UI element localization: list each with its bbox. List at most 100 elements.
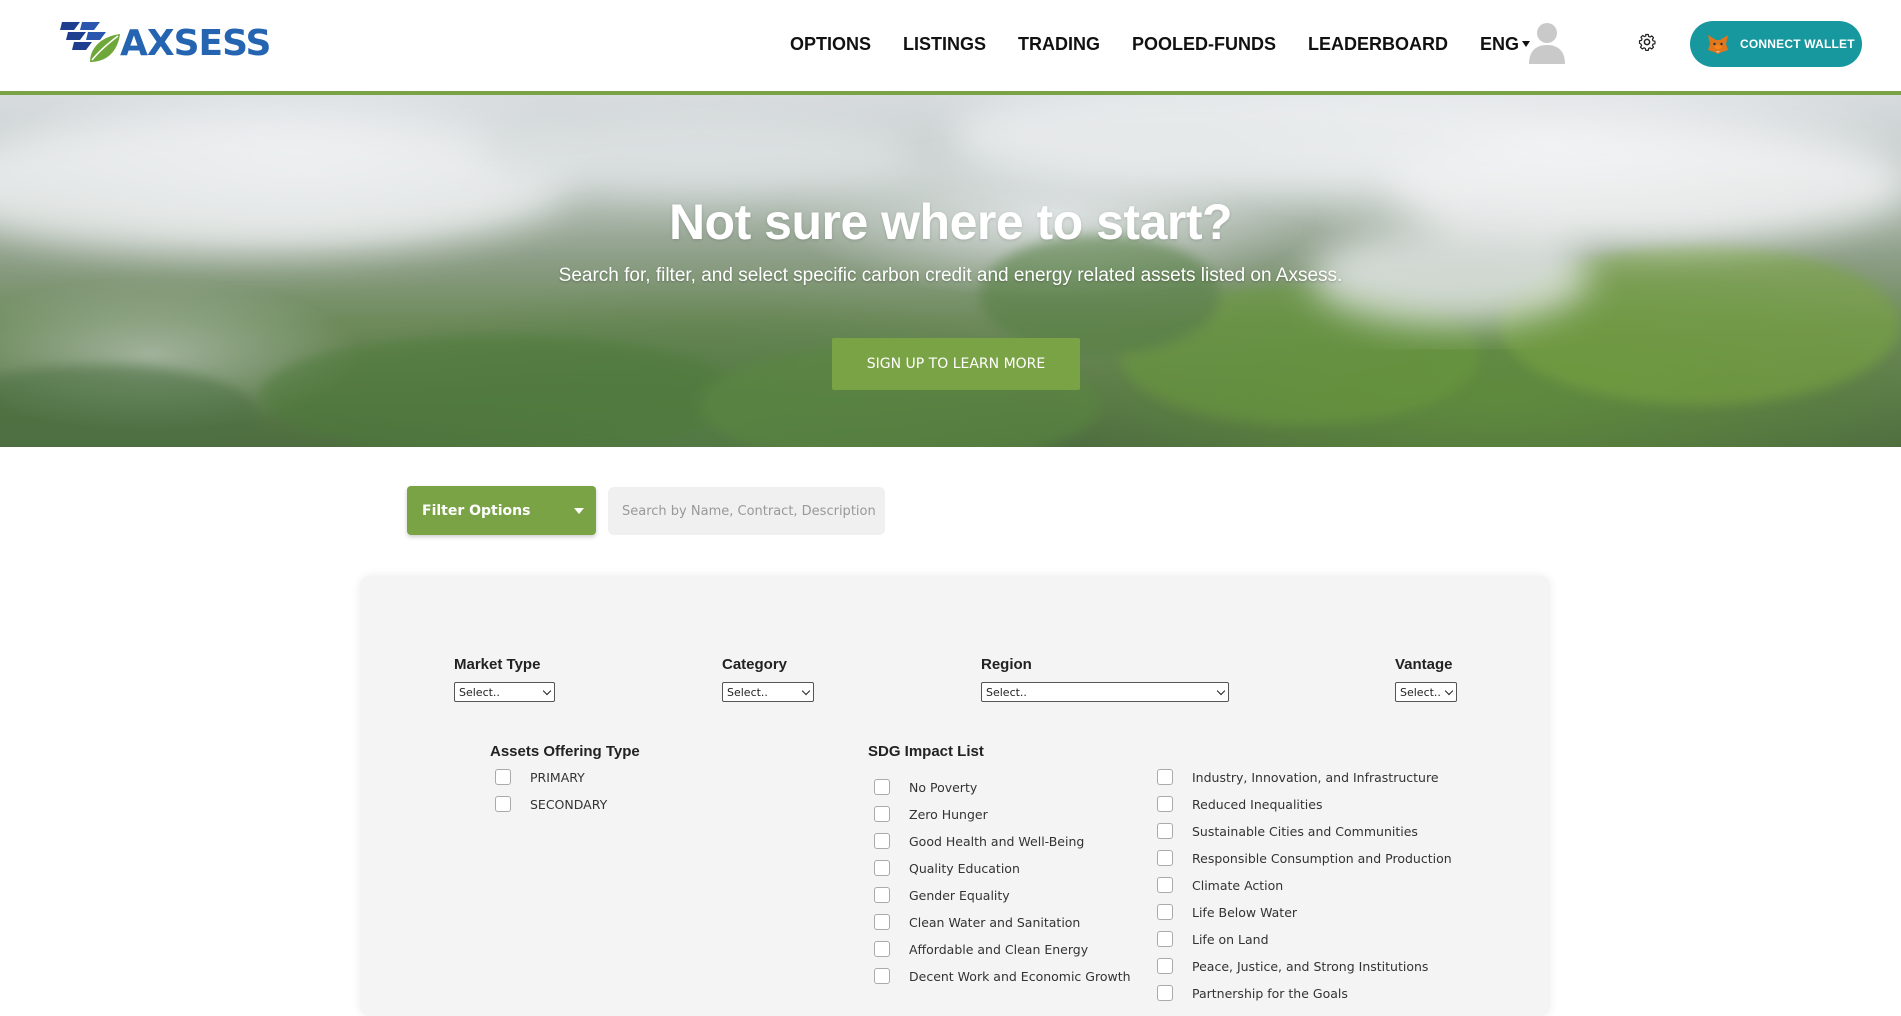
top-header: AXSESS OPTIONS LISTINGS TRADING POOLED-F…	[0, 0, 1901, 95]
vantage-label: Vantage	[1395, 656, 1453, 673]
checkbox[interactable]	[495, 796, 511, 812]
metamask-fox-icon	[1708, 35, 1728, 54]
assets-offering-label: Assets Offering Type	[490, 743, 640, 760]
checkbox[interactable]	[1157, 985, 1173, 1001]
checkbox[interactable]	[1157, 877, 1173, 893]
market-type-select[interactable]: Select..	[454, 682, 555, 702]
region-label: Region	[981, 656, 1032, 673]
checkbox-label: Reduced Inequalities	[1192, 796, 1323, 812]
nav-leaderboard[interactable]: LEADERBOARD	[1308, 34, 1448, 55]
connect-wallet-label: CONNECT WALLET	[1740, 37, 1855, 51]
hero-banner: Not sure where to start? Search for, fil…	[0, 95, 1901, 447]
checkbox-label: Industry, Innovation, and Infrastructure	[1192, 769, 1439, 785]
sdg-climate-action[interactable]: Climate Action	[1157, 877, 1283, 893]
market-type-value: Select..	[459, 685, 500, 699]
sdg-zero-hunger[interactable]: Zero Hunger	[874, 806, 988, 822]
filter-options-label: Filter Options	[422, 502, 531, 519]
checkbox[interactable]	[874, 968, 890, 984]
region-select[interactable]: Select..	[981, 682, 1229, 702]
checkbox[interactable]	[874, 941, 890, 957]
logo-text: AXSESS	[120, 22, 271, 64]
checkbox-label: Sustainable Cities and Communities	[1192, 823, 1418, 839]
nav-listings[interactable]: LISTINGS	[903, 34, 986, 55]
filter-panel: Market Type Select.. Category Select.. R…	[360, 576, 1550, 1016]
sdg-clean-energy[interactable]: Affordable and Clean Energy	[874, 941, 1088, 957]
sdg-life-on-land[interactable]: Life on Land	[1157, 931, 1269, 947]
axsess-logo[interactable]: AXSESS	[60, 18, 271, 68]
checkbox-primary[interactable]: PRIMARY	[495, 769, 585, 785]
chevron-down-icon	[801, 686, 811, 696]
search-input[interactable]	[608, 487, 885, 535]
sdg-partnership[interactable]: Partnership for the Goals	[1157, 985, 1348, 1001]
checkbox-label: Good Health and Well-Being	[909, 833, 1085, 849]
checkbox-label: Responsible Consumption and Production	[1192, 850, 1452, 866]
checkbox[interactable]	[1157, 796, 1173, 812]
hero-subtitle: Search for, filter, and select specific …	[558, 265, 1343, 286]
checkbox[interactable]	[1157, 823, 1173, 839]
sdg-clean-water[interactable]: Clean Water and Sanitation	[874, 914, 1080, 930]
sdg-decent-work[interactable]: Decent Work and Economic Growth	[874, 968, 1131, 984]
filter-options-button[interactable]: Filter Options	[407, 486, 596, 535]
checkbox-label: Climate Action	[1192, 877, 1284, 893]
chevron-down-icon	[1444, 686, 1454, 696]
checkbox[interactable]	[874, 833, 890, 849]
checkbox[interactable]	[1157, 904, 1173, 920]
sdg-good-health[interactable]: Good Health and Well-Being	[874, 833, 1084, 849]
language-label: ENG	[1480, 33, 1520, 54]
nav-options[interactable]: OPTIONS	[790, 34, 871, 55]
checkbox-label: Peace, Justice, and Strong Institutions	[1192, 958, 1429, 974]
region-value: Select..	[986, 685, 1027, 699]
checkbox[interactable]	[874, 887, 890, 903]
main-nav: OPTIONS LISTINGS TRADING POOLED-FUNDS LE…	[790, 0, 1562, 88]
sdg-reduced-inequalities[interactable]: Reduced Inequalities	[1157, 796, 1322, 812]
checkbox[interactable]	[1157, 850, 1173, 866]
checkbox-label: Partnership for the Goals	[1192, 985, 1348, 1001]
sdg-peace-justice[interactable]: Peace, Justice, and Strong Institutions	[1157, 958, 1428, 974]
checkbox-label: PRIMARY	[530, 769, 585, 785]
chevron-down-icon	[1216, 686, 1226, 696]
language-selector[interactable]: ENG	[1480, 33, 1531, 55]
checkbox-label: No Poverty	[909, 779, 978, 795]
category-label: Category	[722, 656, 788, 673]
checkbox[interactable]	[1157, 958, 1173, 974]
logo-mark-icon	[60, 22, 120, 62]
checkbox[interactable]	[1157, 931, 1173, 947]
chevron-down-icon	[574, 508, 584, 514]
checkbox[interactable]	[874, 914, 890, 930]
checkbox-label: Quality Education	[909, 860, 1020, 876]
chevron-down-icon	[542, 686, 552, 696]
sdg-no-poverty[interactable]: No Poverty	[874, 779, 977, 795]
checkbox-label: Zero Hunger	[909, 806, 988, 822]
user-avatar-icon[interactable]	[1527, 20, 1567, 64]
category-value: Select..	[727, 685, 768, 699]
checkbox-label: Affordable and Clean Energy	[909, 941, 1089, 957]
connect-wallet-button[interactable]: CONNECT WALLET	[1690, 21, 1862, 67]
checkbox[interactable]	[874, 779, 890, 795]
checkbox-label: Clean Water and Sanitation	[909, 914, 1081, 930]
checkbox[interactable]	[495, 769, 511, 785]
sdg-industry[interactable]: Industry, Innovation, and Infrastructure	[1157, 769, 1439, 785]
vantage-value: Select..	[1400, 685, 1441, 699]
checkbox-label: Life on Land	[1192, 931, 1269, 947]
gear-icon[interactable]	[1638, 33, 1656, 51]
sdg-responsible-consumption[interactable]: Responsible Consumption and Production	[1157, 850, 1452, 866]
category-select[interactable]: Select..	[722, 682, 814, 702]
checkbox[interactable]	[874, 806, 890, 822]
checkbox-secondary[interactable]: SECONDARY	[495, 796, 607, 812]
market-type-label: Market Type	[454, 656, 541, 673]
checkbox[interactable]	[1157, 769, 1173, 785]
checkbox[interactable]	[874, 860, 890, 876]
checkbox-label: Decent Work and Economic Growth	[909, 968, 1131, 984]
sdg-sustainable-cities[interactable]: Sustainable Cities and Communities	[1157, 823, 1418, 839]
nav-trading[interactable]: TRADING	[1018, 34, 1100, 55]
sdg-gender-equality[interactable]: Gender Equality	[874, 887, 1010, 903]
nav-pooled-funds[interactable]: POOLED-FUNDS	[1132, 34, 1276, 55]
checkbox-label: SECONDARY	[530, 796, 608, 812]
checkbox-label: Life Below Water	[1192, 904, 1298, 920]
sdg-quality-education[interactable]: Quality Education	[874, 860, 1020, 876]
vantage-select[interactable]: Select..	[1395, 682, 1457, 702]
signup-button[interactable]: SIGN UP TO LEARN MORE	[832, 338, 1080, 390]
checkbox-label: Gender Equality	[909, 887, 1010, 903]
sdg-life-below-water[interactable]: Life Below Water	[1157, 904, 1297, 920]
hero-title: Not sure where to start?	[668, 194, 1233, 250]
